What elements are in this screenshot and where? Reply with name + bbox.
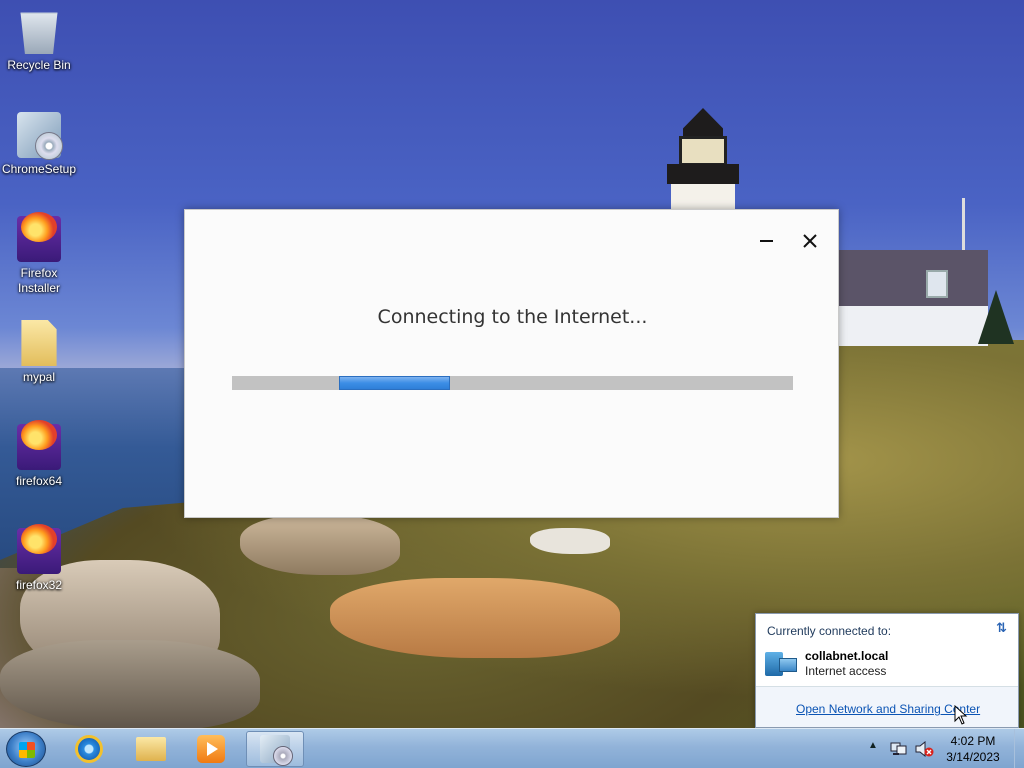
setup-icon	[17, 112, 63, 160]
desktop-icon-firefox-installer[interactable]: Firefox Installer	[0, 212, 79, 296]
file-explorer-icon	[136, 737, 166, 761]
desktop-icon-label: firefox32	[15, 578, 63, 592]
wallpaper-lighthouse	[667, 108, 739, 210]
taskbar-file-explorer[interactable]	[122, 731, 180, 767]
dialog-title: Connecting to the Internet...	[377, 306, 648, 328]
recycle-bin-icon	[20, 12, 58, 54]
firefox-installer-icon	[17, 524, 61, 574]
wallpaper-rock	[330, 578, 620, 658]
network-status: Internet access	[805, 664, 887, 678]
desktop-icon-chromesetup[interactable]: ChromeSetup	[0, 112, 79, 177]
desktop-icon-label: Firefox Installer	[17, 266, 61, 295]
clock-time: 4:02 PM	[950, 734, 996, 748]
taskbar-media-player[interactable]	[182, 731, 240, 767]
mouse-cursor-icon	[954, 705, 968, 725]
desktop-icon-mypal[interactable]: mypal	[0, 320, 79, 385]
wallpaper-rock	[0, 640, 260, 728]
close-button[interactable]	[797, 228, 823, 254]
desktop-icon-firefox32[interactable]: firefox32	[0, 524, 79, 593]
show-desktop-button[interactable]	[1014, 729, 1024, 768]
desktop-icon-label: Recycle Bin	[7, 58, 71, 72]
network-flyout: Currently connected to: ⇅ collabnet.loca…	[755, 613, 1019, 728]
close-icon	[803, 234, 817, 248]
desktop-icon-label: firefox64	[15, 474, 63, 488]
desktop-icon-firefox64[interactable]: firefox64	[0, 420, 79, 489]
windows-logo-icon	[19, 742, 35, 758]
taskbar-internet-explorer[interactable]	[60, 731, 118, 767]
refresh-icon[interactable]: ⇅	[996, 620, 1012, 636]
media-player-icon	[197, 735, 225, 763]
firefox-installer-icon	[17, 420, 61, 470]
flyout-header: Currently connected to:	[767, 624, 892, 638]
flyout-footer: Open Network and Sharing Center	[756, 686, 1018, 727]
connecting-dialog: Connecting to the Internet...	[184, 209, 839, 518]
desktop-icon-recycle-bin[interactable]: Recycle Bin	[0, 8, 79, 73]
start-button[interactable]	[6, 731, 46, 767]
setup-icon	[260, 735, 293, 766]
network-sharing-center-link[interactable]: Open Network and Sharing Center	[796, 702, 980, 716]
firefox-installer-icon	[17, 212, 61, 262]
progress-bar	[232, 376, 793, 390]
volume-muted-icon[interactable]	[914, 741, 934, 757]
clock-date: 3/14/2023	[946, 750, 1000, 764]
network-name: collabnet.local	[805, 649, 889, 663]
desktop-icon-label: mypal	[22, 370, 55, 384]
progress-marquee	[339, 376, 450, 390]
wallpaper-rock	[240, 515, 400, 575]
network-icon	[765, 650, 797, 678]
system-clock[interactable]: 4:02 PM 3/14/2023	[940, 733, 1006, 765]
wallpaper-rock	[530, 528, 610, 554]
network-tray-icon[interactable]	[890, 741, 908, 757]
taskbar-setup-app[interactable]	[246, 731, 304, 767]
folder-icon	[21, 320, 57, 366]
internet-explorer-icon	[75, 735, 103, 763]
minimize-button[interactable]	[753, 228, 779, 254]
show-hidden-icons-button[interactable]: ▲	[868, 740, 878, 751]
taskbar: ▲ 4:02 PM 3/14/2023	[0, 728, 1024, 768]
wallpaper-house	[838, 250, 988, 346]
desktop-icon-label: ChromeSetup	[1, 162, 77, 176]
